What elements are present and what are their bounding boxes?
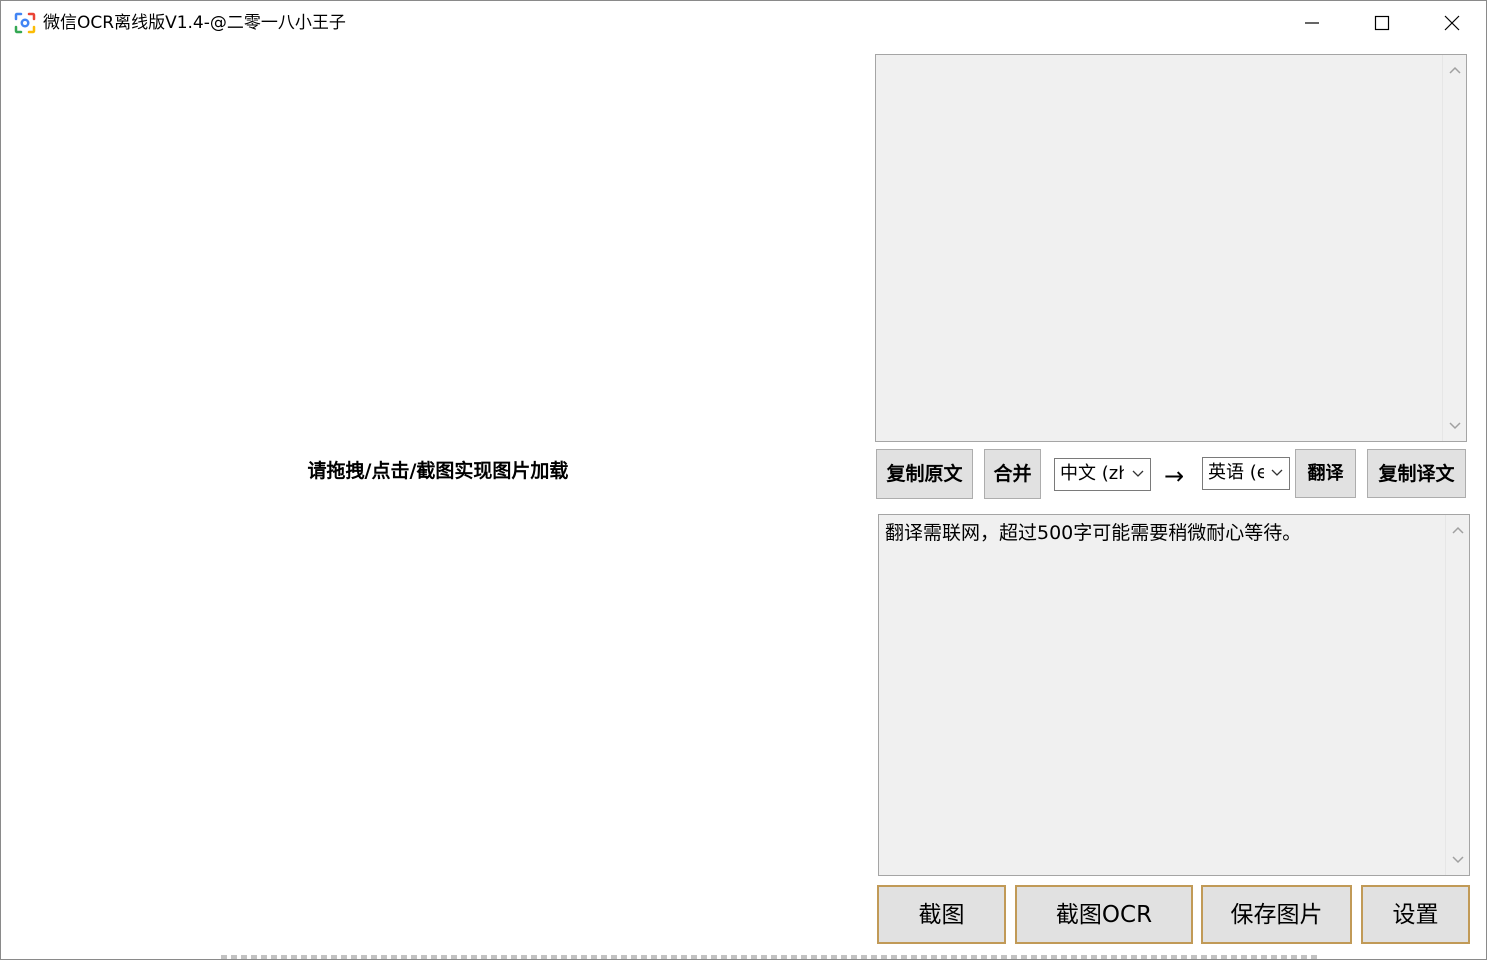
title-bar[interactable]: 微信OCR离线版V1.4-@二零一八小王子 [1, 1, 1486, 45]
chevron-down-icon [1132, 470, 1144, 477]
source-language-select[interactable]: 中文 (zh [1054, 458, 1151, 491]
app-window: 微信OCR离线版V1.4-@二零一八小王子 请拖拽/点击/截图实现图片加载 复制… [0, 0, 1487, 960]
ocr-result-scrollbar[interactable] [1442, 55, 1466, 441]
image-drop-zone[interactable] [2, 45, 870, 945]
translate-direction-arrow: → [1164, 462, 1185, 490]
target-language-select[interactable]: 英语 (e [1202, 457, 1290, 490]
minimize-button[interactable] [1277, 1, 1347, 45]
scroll-up-icon[interactable] [1451, 525, 1465, 535]
drop-hint-text: 请拖拽/点击/截图实现图片加载 [307, 460, 569, 482]
window-title: 微信OCR离线版V1.4-@二零一八小王子 [43, 13, 346, 33]
chevron-down-icon [1271, 469, 1283, 476]
merge-button[interactable]: 合并 [984, 449, 1041, 499]
translation-result-scrollbar[interactable] [1445, 515, 1469, 875]
minimize-icon [1305, 22, 1319, 24]
close-button[interactable] [1417, 1, 1487, 45]
save-image-button[interactable]: 保存图片 [1201, 885, 1352, 944]
copy-translation-button[interactable]: 复制译文 [1367, 449, 1466, 498]
close-icon [1444, 15, 1460, 31]
translation-result-text: 翻译需联网，超过500字可能需要稍微耐心等待。 [885, 522, 1302, 544]
screenshot-ocr-button[interactable]: 截图OCR [1015, 885, 1193, 944]
ocr-app-icon [14, 12, 36, 34]
scroll-down-icon[interactable] [1451, 855, 1465, 865]
translation-result-textarea[interactable]: 翻译需联网，超过500字可能需要稍微耐心等待。 [878, 514, 1470, 876]
status-strip [221, 955, 1321, 959]
settings-button[interactable]: 设置 [1361, 885, 1470, 944]
ocr-result-textarea[interactable] [875, 54, 1467, 442]
maximize-icon [1374, 15, 1390, 31]
translate-button[interactable]: 翻译 [1295, 449, 1356, 498]
scroll-up-icon[interactable] [1448, 65, 1462, 75]
screenshot-button[interactable]: 截图 [877, 885, 1006, 944]
target-language-value: 英语 (e [1208, 462, 1264, 483]
source-language-value: 中文 (zh [1060, 463, 1124, 484]
copy-original-button[interactable]: 复制原文 [876, 449, 973, 499]
scroll-down-icon[interactable] [1448, 421, 1462, 431]
maximize-button[interactable] [1347, 1, 1417, 45]
